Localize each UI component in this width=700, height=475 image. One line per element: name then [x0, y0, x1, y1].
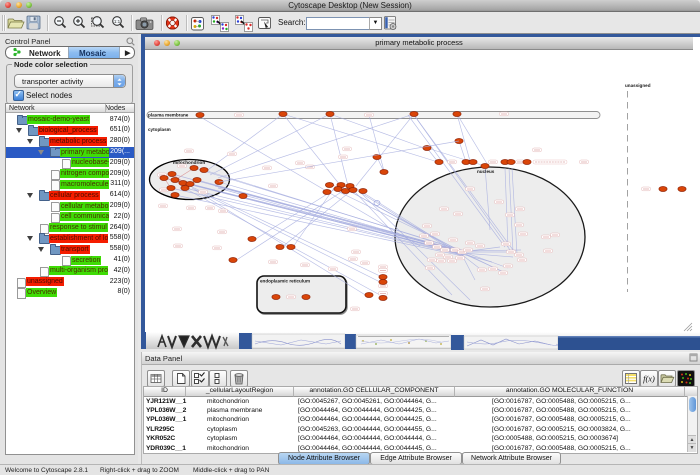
svg-text:1:1: 1:1 [114, 19, 121, 24]
svg-text:endoplasmic reticulum: endoplasmic reticulum [260, 279, 310, 284]
svg-text:f(x): f(x) [643, 374, 655, 384]
svg-text:cytoplasm: cytoplasm [148, 127, 171, 132]
svg-text:plasma membrane: plasma membrane [148, 113, 189, 118]
svg-text:nucleus: nucleus [477, 169, 495, 174]
svg-text:unassigned: unassigned [625, 83, 651, 88]
